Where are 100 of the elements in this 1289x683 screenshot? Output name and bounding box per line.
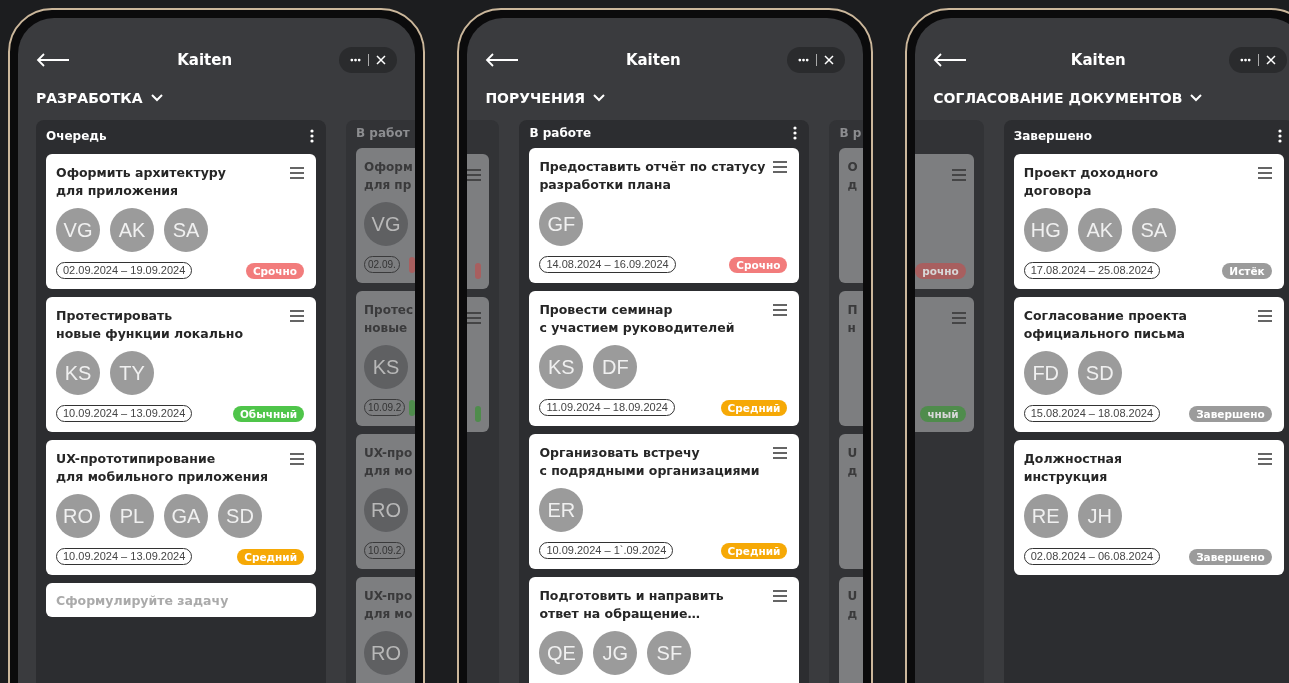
task-title: Оформ для пр [364,159,413,194]
task-card[interactable]: Подготовить и направить ответ на обращение… QE JG SF [529,577,800,683]
task-title: U д [847,445,858,480]
menu-icon[interactable] [1257,310,1272,322]
close-icon[interactable] [824,55,835,65]
task-card[interactable]: UX-прототипирование для мобильного приложения RO PL GA SD 10.09.2024 – 13.09.2024 Средний [46,440,316,575]
menu-icon[interactable] [290,167,304,179]
task-card[interactable] [467,297,490,432]
task-card[interactable] [467,154,490,289]
app-title: Kaiten [1069,51,1127,69]
task-title: Проект доходного договора [1023,164,1159,200]
task-card[interactable]: Согласование проекта официального письма FD SD 15.08.2024 – 18.08.2024 Завершено [1013,297,1284,432]
task-title: UX-прототипирование для мобильного приложения [56,450,269,486]
avatar: VG [56,208,100,252]
app-title: Kaiten [624,51,682,69]
avatar: SF [647,631,692,675]
menu-icon[interactable] [773,304,788,316]
priority-tag: Срочно [729,256,788,273]
avatar: GA [164,494,208,538]
avatar: RE [1023,494,1068,538]
task-title: П н [847,302,858,337]
menu-icon[interactable] [1257,167,1272,179]
column-title: В р [839,126,862,140]
avatar: PL [110,494,154,538]
menu-icon[interactable] [773,161,788,173]
avatar: FD [1023,351,1068,395]
menu-icon[interactable] [773,447,788,459]
more-icon[interactable] [798,58,810,62]
task-title: Провести семинар с участием руководителей [539,301,735,337]
chevron-down-icon[interactable] [150,94,163,102]
task-title: Подготовить и направить ответ на обращение… [539,587,724,623]
avatar: AK [1077,208,1122,252]
avatar: TY [110,351,154,395]
kebab-menu-icon[interactable] [1277,129,1282,143]
task-title: Организовать встречу с подрядными организациями [539,444,760,480]
priority-tag: рочно [915,263,966,279]
avatar: SA [1131,208,1176,252]
avatar: DF [593,345,638,389]
avatar: RO [56,494,100,538]
close-icon[interactable] [1266,55,1277,65]
chevron-down-icon[interactable] [593,94,606,102]
task-card[interactable]: Предоставить отчёт по статусу разработки плана GF 14.08.2024 – 16.09.2024 Срочно [529,148,800,283]
menu-icon[interactable] [773,590,788,602]
avatar: SD [1077,351,1122,395]
avatar: RO [364,631,408,675]
more-icon[interactable] [350,58,362,62]
task-card[interactable]: Должностная инструкция RE JH 02.08.2024 – 06.08.2024 Завершено [1013,440,1284,575]
priority-tag: Завершено [1189,405,1272,422]
avatar: JH [1077,494,1122,538]
column-title: Завершено [1013,129,1093,143]
task-title: U д [847,588,858,623]
task-card[interactable]: Организовать встречу с подрядными организациями ER 10.09.2024 – 1`.09.2024 Средний [529,434,800,569]
task-title: Предоставить отчёт по статусу разработки плана [539,158,766,194]
priority-tag: Средний [720,542,788,559]
task-input-field[interactable]: Сформулируйте задачу [46,583,316,617]
avatar: RO [364,488,408,532]
menu-icon[interactable] [290,453,304,465]
task-card[interactable]: Оформить архитектуру для приложения VG AK SA 02.09.2024 – 19.09.2024 Срочно [46,154,316,289]
column-title: Очередь [46,129,107,143]
task-title: UX-про для мо [364,588,413,623]
app-title: Kaiten [176,51,234,69]
chevron-down-icon[interactable] [1190,94,1203,102]
avatar: VG [364,202,408,246]
back-arrow-icon[interactable] [933,53,968,67]
column-title: В работе [529,126,592,140]
avatar: AK [110,208,154,252]
task-card[interactable]: Протестировать новые функции локально KS TY 10.09.2024 – 13.09.2024 Обычный [46,297,316,432]
priority-tag: Срочно [245,262,304,279]
task-card[interactable]: Проект доходного договора HG AK SA 17.08.2024 – 25.08.2024 Истёк [1013,154,1284,289]
avatar: KS [56,351,100,395]
task-title: Оформить архитектуру для приложения [56,164,226,200]
priority-tag: Завершено [1189,548,1272,565]
back-arrow-icon[interactable] [36,53,70,67]
menu-icon[interactable] [1257,453,1272,465]
avatar: ER [539,488,584,532]
priority-tag: чный [920,406,966,422]
avatar: SA [164,208,208,252]
board-title[interactable]: СОГЛАСОВАНИЕ ДОКУМЕНТОВ [933,90,1183,106]
column-title: В работ [356,126,410,140]
task-title: UX-про для мо [364,445,413,480]
kebab-menu-icon[interactable] [310,129,314,143]
task-card[interactable]: Провести семинар с участием руководителей KS DF 11.09.2024 – 18.09.2024 Средний [529,291,800,426]
more-icon[interactable] [1240,58,1252,62]
task-title: Протестировать новые функции локально [56,307,244,343]
close-icon[interactable] [376,55,387,65]
avatar: SD [218,494,262,538]
priority-tag: Обычный [232,405,304,422]
task-title: Протес новые [364,302,414,337]
priority-tag: Средний [237,548,304,565]
priority-tag: Истёк [1222,262,1272,279]
avatar: HG [1023,208,1068,252]
board-title[interactable]: РАЗРАБОТКА [36,90,143,106]
board-title[interactable]: ПОРУЧЕНИЯ [485,90,586,106]
back-arrow-icon[interactable] [485,53,520,67]
avatar: KS [364,345,408,389]
kebab-menu-icon[interactable] [793,126,798,140]
task-title: Должностная инструкция [1023,450,1122,486]
task-title: О д [847,159,858,194]
avatar: KS [539,345,584,389]
menu-icon[interactable] [290,310,304,322]
